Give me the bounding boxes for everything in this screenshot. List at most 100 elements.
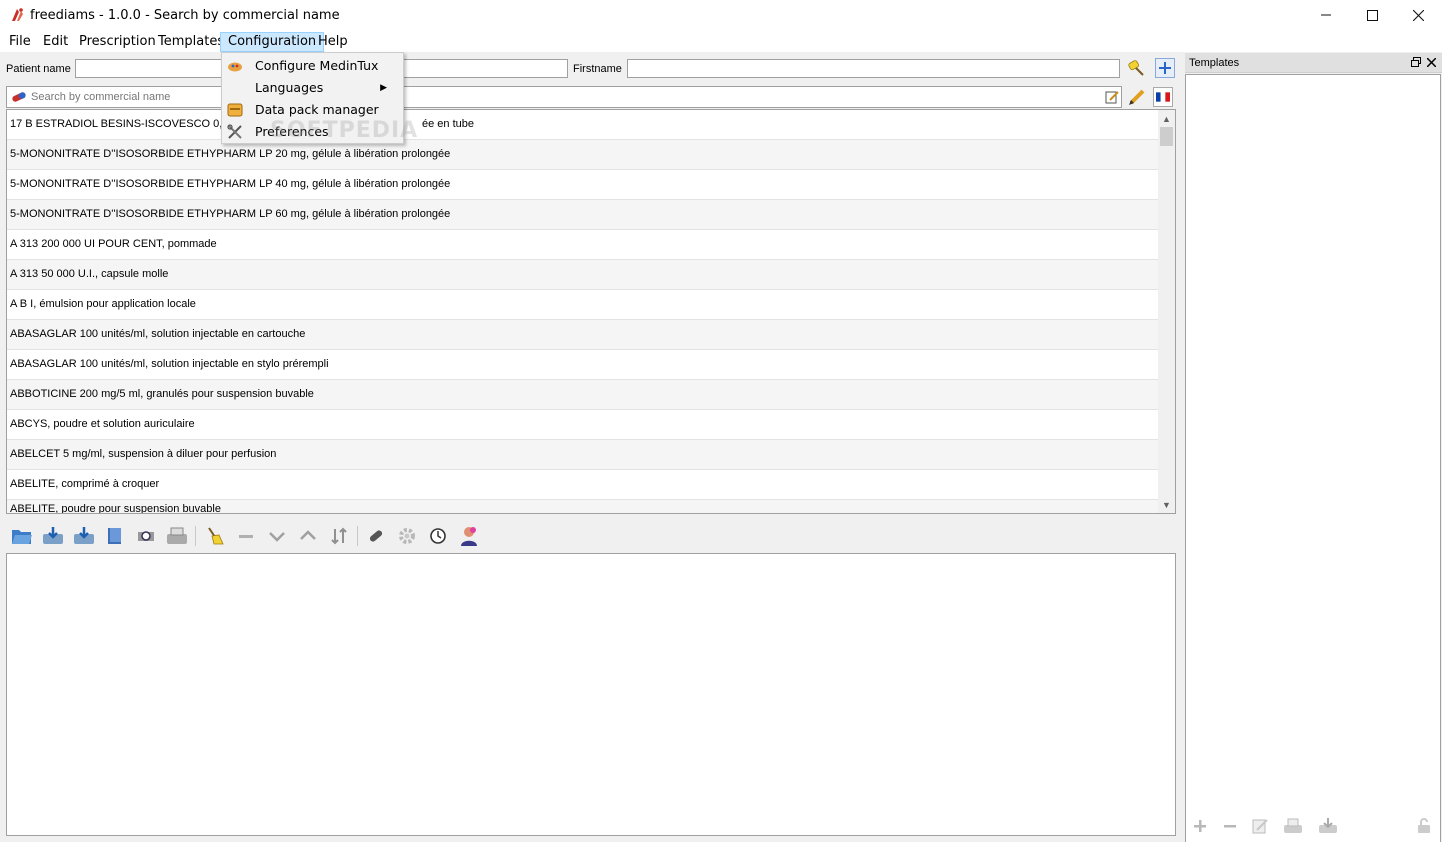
book-button[interactable]: [103, 524, 127, 548]
toolbar-separator: [357, 526, 358, 546]
drug-row[interactable]: ABASAGLAR 100 unités/ml, solution inject…: [7, 350, 1158, 380]
french-flag-icon: [1156, 92, 1170, 102]
drug-row[interactable]: A 313 50 000 U.I., capsule molle: [7, 260, 1158, 290]
patient-info-button[interactable]: [457, 524, 481, 548]
templates-tree[interactable]: [1185, 74, 1441, 842]
save-as-icon: [74, 527, 94, 544]
menu-item-languages[interactable]: Languages ▶: [222, 77, 403, 99]
drug-search-input[interactable]: [31, 90, 931, 104]
save-as-button[interactable]: [72, 524, 96, 548]
drug-row[interactable]: 17 B ESTRADIOL BESINS-ISCOVESCO 0,06 Pée…: [7, 110, 1158, 140]
remove-item-button[interactable]: [234, 524, 258, 548]
freediams-logo-icon: [12, 8, 23, 21]
move-down-button[interactable]: [265, 524, 289, 548]
submenu-arrow-icon: ▶: [380, 83, 387, 93]
menu-prescription[interactable]: Prescription: [72, 32, 163, 52]
prescription-view[interactable]: [6, 553, 1176, 836]
title-bar: freediams - 1.0.0 - Search by commercial…: [0, 0, 1442, 31]
menu-file[interactable]: File: [2, 32, 38, 52]
plus-icon: [1194, 820, 1206, 832]
close-icon: [1412, 9, 1424, 21]
pencil-icon: [1129, 89, 1145, 105]
drug-row[interactable]: ABASAGLAR 100 unités/ml, solution inject…: [7, 320, 1158, 350]
drug-row[interactable]: ABCYS, poudre et solution auriculaire: [7, 410, 1158, 440]
print-preview-button[interactable]: [134, 524, 158, 548]
chevron-up-icon: [300, 530, 316, 540]
print-template-button[interactable]: [1282, 815, 1304, 837]
save-icon: [43, 527, 63, 544]
firstname-input[interactable]: [627, 59, 1120, 78]
maximize-button[interactable]: [1349, 0, 1395, 30]
medintux-icon: [228, 62, 242, 72]
drug-row[interactable]: ABELCET 5 mg/ml, suspension à diluer pou…: [7, 440, 1158, 470]
user-icon: [461, 527, 477, 546]
drug-search-bar: [6, 86, 1122, 108]
drug-row[interactable]: 5-MONONITRATE D''ISOSORBIDE ETHYPHARM LP…: [7, 140, 1158, 170]
dock-float-icon[interactable]: [1410, 56, 1422, 68]
templates-toolbar: [1185, 813, 1442, 839]
close-button[interactable]: [1395, 0, 1441, 30]
drug-row[interactable]: A B I, émulsion pour application locale: [7, 290, 1158, 320]
drug-info-button[interactable]: [364, 524, 388, 548]
add-template-button[interactable]: [1189, 815, 1211, 837]
scroll-thumb[interactable]: [1160, 127, 1173, 146]
drug-row[interactable]: ABBOTICINE 200 mg/5 ml, granulés pour su…: [7, 380, 1158, 410]
menu-item-configure-medintux[interactable]: Configure MedinTux: [222, 55, 403, 77]
remove-template-button[interactable]: [1219, 815, 1241, 837]
templates-dock: Templates: [1185, 53, 1442, 842]
print-preview-icon: [138, 531, 154, 541]
lock-templates-button[interactable]: [1413, 815, 1435, 837]
patient-bar: Patient name Firstname: [0, 55, 1180, 81]
dock-close-icon[interactable]: [1425, 56, 1437, 68]
plus-icon: [1159, 62, 1171, 74]
menu-help[interactable]: Help: [311, 32, 355, 52]
interactions-button[interactable]: [395, 524, 419, 548]
scroll-up-icon[interactable]: ▲: [1158, 110, 1175, 127]
move-up-button[interactable]: [296, 524, 320, 548]
drug-list: 17 B ESTRADIOL BESINS-ISCOVESCO 0,06 Pée…: [6, 109, 1176, 514]
language-button[interactable]: [1153, 87, 1173, 107]
maximize-icon: [1366, 9, 1378, 21]
minimize-button[interactable]: [1303, 0, 1349, 30]
drug-row[interactable]: 5-MONONITRATE D''ISOSORBIDE ETHYPHARM LP…: [7, 170, 1158, 200]
menu-item-label: Languages: [255, 80, 324, 95]
edit-template-button[interactable]: [1249, 815, 1271, 837]
menu-edit[interactable]: Edit: [36, 32, 75, 52]
book-icon: [108, 528, 121, 544]
firstname-label: Firstname: [573, 63, 622, 75]
data-pack-icon: [227, 103, 243, 117]
broom-icon: [208, 527, 224, 545]
save-prescription-button[interactable]: [41, 524, 65, 548]
prescription-toolbar: [6, 521, 606, 551]
drug-list-scrollbar[interactable]: ▲ ▼: [1158, 110, 1175, 513]
clear-patient-button[interactable]: [1126, 58, 1146, 78]
drug-row[interactable]: 5-MONONITRATE D''ISOSORBIDE ETHYPHARM LP…: [7, 200, 1158, 230]
edit-note-icon: [1252, 819, 1268, 834]
tools-icon: [227, 124, 242, 139]
folder-open-icon: [12, 530, 32, 544]
chevron-down-icon: [269, 532, 285, 542]
open-prescription-button[interactable]: [10, 524, 34, 548]
drug-row[interactable]: ABELITE, comprimé à croquer: [7, 470, 1158, 500]
broom-icon: [1128, 60, 1144, 76]
minus-icon: [1224, 825, 1236, 828]
capsule-icon: [369, 530, 383, 542]
lock-icon: [1418, 818, 1430, 833]
sort-button[interactable]: [327, 524, 351, 548]
drug-row[interactable]: A 313 200 000 UI POUR CENT, pommade: [7, 230, 1158, 260]
menu-item-label: Configure MedinTux: [255, 58, 379, 73]
search-mode-button[interactable]: [1127, 87, 1147, 107]
scroll-down-icon[interactable]: ▼: [1158, 496, 1175, 513]
watermark: SOFTPEDIA: [270, 118, 419, 143]
minus-icon: [239, 535, 253, 538]
clear-prescription-button[interactable]: [203, 524, 227, 548]
pill-icon: [12, 92, 26, 102]
save-template-button[interactable]: [1317, 815, 1339, 837]
menu-configuration[interactable]: Configuration: [220, 32, 325, 52]
print-button[interactable]: [165, 524, 189, 548]
add-patient-button[interactable]: [1155, 58, 1175, 78]
edit-note-icon[interactable]: [1105, 90, 1119, 104]
menu-bar: File Edit Prescription Templates Configu…: [0, 31, 1442, 52]
drug-row[interactable]: ABELITE, poudre pour suspension buvable: [7, 500, 1158, 513]
dosage-clock-button[interactable]: [426, 524, 450, 548]
